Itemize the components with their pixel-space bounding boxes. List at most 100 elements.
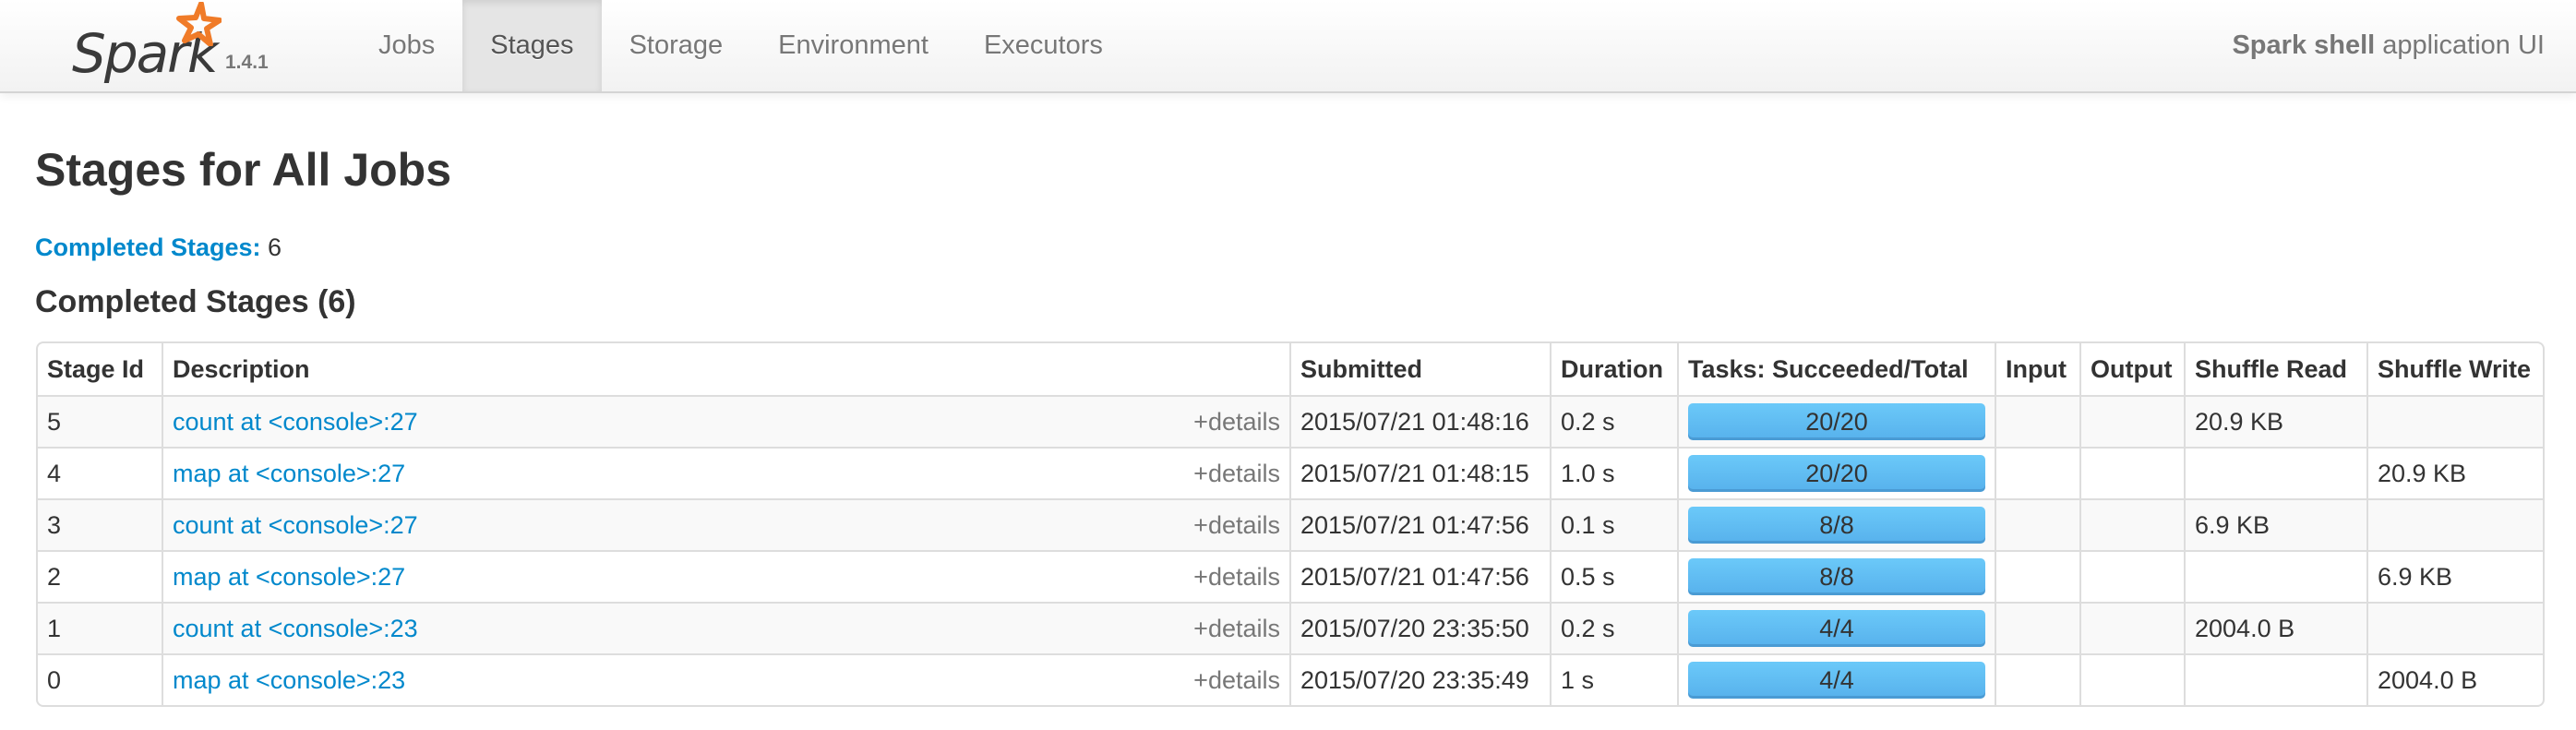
completed-stages-link[interactable]: Completed Stages: <box>35 233 261 261</box>
table-row: 5 count at <console>:27 +details 2015/07/21… <box>38 395 2543 447</box>
shuffle-write <box>2366 498 2543 550</box>
table-row: 3 count at <console>:27 +details 2015/07/21… <box>38 498 2543 550</box>
stage-id: 5 <box>38 395 162 447</box>
details-toggle[interactable]: +details <box>1193 666 1280 695</box>
submitted-time: 2015/07/21 01:47:56 <box>1289 550 1550 602</box>
shuffle-read: 20.9 KB <box>2184 395 2366 447</box>
shuffle-read <box>2184 550 2366 602</box>
tasks-progress-bar: 8/8 <box>1688 507 1985 544</box>
tasks-progress-bar: 20/20 <box>1688 455 1985 492</box>
tab-environment[interactable]: Environment <box>750 0 956 91</box>
tab-executors[interactable]: Executors <box>956 0 1131 91</box>
stage-id: 1 <box>38 602 162 653</box>
details-toggle[interactable]: +details <box>1193 563 1280 592</box>
shuffle-read: 2004.0 B <box>2184 602 2366 653</box>
input <box>1995 653 2079 705</box>
duration: 0.2 s <box>1550 395 1677 447</box>
header-description[interactable]: Description <box>162 343 1289 395</box>
stage-description-link[interactable]: map at <console>:27 <box>173 563 405 591</box>
shuffle-write <box>2366 602 2543 653</box>
stage-id: 2 <box>38 550 162 602</box>
output <box>2079 550 2184 602</box>
details-toggle[interactable]: +details <box>1193 615 1280 643</box>
header-duration[interactable]: Duration <box>1550 343 1677 395</box>
header-shuffle-read[interactable]: Shuffle Read <box>2184 343 2366 395</box>
header-input[interactable]: Input <box>1995 343 2079 395</box>
tasks-progress-label: 4/4 <box>1819 615 1854 642</box>
tab-stages[interactable]: Stages <box>462 0 602 91</box>
table-row: 1 count at <console>:23 +details 2015/07/20… <box>38 602 2543 653</box>
table-header-row: Stage Id Description Submitted Duration … <box>38 343 2543 395</box>
input <box>1995 550 2079 602</box>
input <box>1995 602 2079 653</box>
shuffle-read <box>2184 447 2366 498</box>
stage-id: 0 <box>38 653 162 705</box>
stage-description-link[interactable]: map at <console>:23 <box>173 666 405 694</box>
tasks-cell: 8/8 <box>1677 498 1995 550</box>
description-cell: count at <console>:27 +details <box>162 395 1289 447</box>
stage-id: 3 <box>38 498 162 550</box>
input <box>1995 447 2079 498</box>
shuffle-write: 2004.0 B <box>2366 653 2543 705</box>
details-toggle[interactable]: +details <box>1193 511 1280 540</box>
shuffle-write <box>2366 395 2543 447</box>
tasks-progress-label: 4/4 <box>1819 666 1854 694</box>
tasks-cell: 4/4 <box>1677 602 1995 653</box>
shuffle-write: 20.9 KB <box>2366 447 2543 498</box>
app-name-suffix: application UI <box>2375 30 2545 60</box>
nav-tabs: Jobs Stages Storage Environment Executor… <box>351 0 1131 91</box>
tasks-cell: 4/4 <box>1677 653 1995 705</box>
tasks-progress-label: 20/20 <box>1805 408 1868 436</box>
header-submitted[interactable]: Submitted <box>1289 343 1550 395</box>
output <box>2079 653 2184 705</box>
section-title: Completed Stages (6) <box>35 284 356 319</box>
header-stage-id[interactable]: Stage Id <box>38 343 162 395</box>
table-row: 0 map at <console>:23 +details 2015/07/20 2… <box>38 653 2543 705</box>
description-cell: count at <console>:23 +details <box>162 602 1289 653</box>
navbar: Spark 1.4.1 Jobs Stages Storage Environm… <box>0 0 2576 93</box>
tab-storage[interactable]: Storage <box>602 0 751 91</box>
details-toggle[interactable]: +details <box>1193 408 1280 437</box>
stages-table: Stage Id Description Submitted Duration … <box>36 341 2545 707</box>
submitted-time: 2015/07/20 23:35:49 <box>1289 653 1550 705</box>
submitted-time: 2015/07/20 23:35:50 <box>1289 602 1550 653</box>
table-row: 2 map at <console>:27 +details 2015/07/21 0… <box>38 550 2543 602</box>
duration: 1.0 s <box>1550 447 1677 498</box>
description-cell: map at <console>:27 +details <box>162 550 1289 602</box>
duration: 0.1 s <box>1550 498 1677 550</box>
tasks-cell: 20/20 <box>1677 447 1995 498</box>
tasks-progress-bar: 8/8 <box>1688 558 1985 595</box>
tasks-progress-label: 8/8 <box>1819 511 1854 539</box>
duration: 0.2 s <box>1550 602 1677 653</box>
stage-summary: Completed Stages: 6 <box>35 233 282 262</box>
version-label: 1.4.1 <box>225 52 269 73</box>
duration: 0.5 s <box>1550 550 1677 602</box>
stage-description-link[interactable]: count at <console>:27 <box>173 511 418 539</box>
table-row: 4 map at <console>:27 +details 2015/07/21 0… <box>38 447 2543 498</box>
submitted-time: 2015/07/21 01:47:56 <box>1289 498 1550 550</box>
app-name-bold: Spark shell <box>2232 30 2376 60</box>
stage-description-link[interactable]: count at <console>:23 <box>173 615 418 642</box>
stage-description-link[interactable]: count at <console>:27 <box>173 408 418 436</box>
tasks-progress-label: 20/20 <box>1805 460 1868 487</box>
details-toggle[interactable]: +details <box>1193 460 1280 488</box>
output <box>2079 498 2184 550</box>
duration: 1 s <box>1550 653 1677 705</box>
tasks-cell: 8/8 <box>1677 550 1995 602</box>
application-name: Spark shell application UI <box>2232 0 2545 91</box>
tab-jobs[interactable]: Jobs <box>351 0 462 91</box>
description-cell: map at <console>:27 +details <box>162 447 1289 498</box>
tasks-progress-bar: 4/4 <box>1688 610 1985 647</box>
tasks-progress-bar: 20/20 <box>1688 403 1985 440</box>
header-output[interactable]: Output <box>2079 343 2184 395</box>
stage-description-link[interactable]: map at <console>:27 <box>173 460 405 487</box>
shuffle-write: 6.9 KB <box>2366 550 2543 602</box>
tasks-progress-bar: 4/4 <box>1688 662 1985 699</box>
output <box>2079 447 2184 498</box>
spark-logo[interactable]: Spark 1.4.1 <box>65 0 286 91</box>
header-tasks[interactable]: Tasks: Succeeded/Total <box>1677 343 1995 395</box>
header-shuffle-write[interactable]: Shuffle Write <box>2366 343 2543 395</box>
input <box>1995 498 2079 550</box>
shuffle-read <box>2184 653 2366 705</box>
submitted-time: 2015/07/21 01:48:16 <box>1289 395 1550 447</box>
